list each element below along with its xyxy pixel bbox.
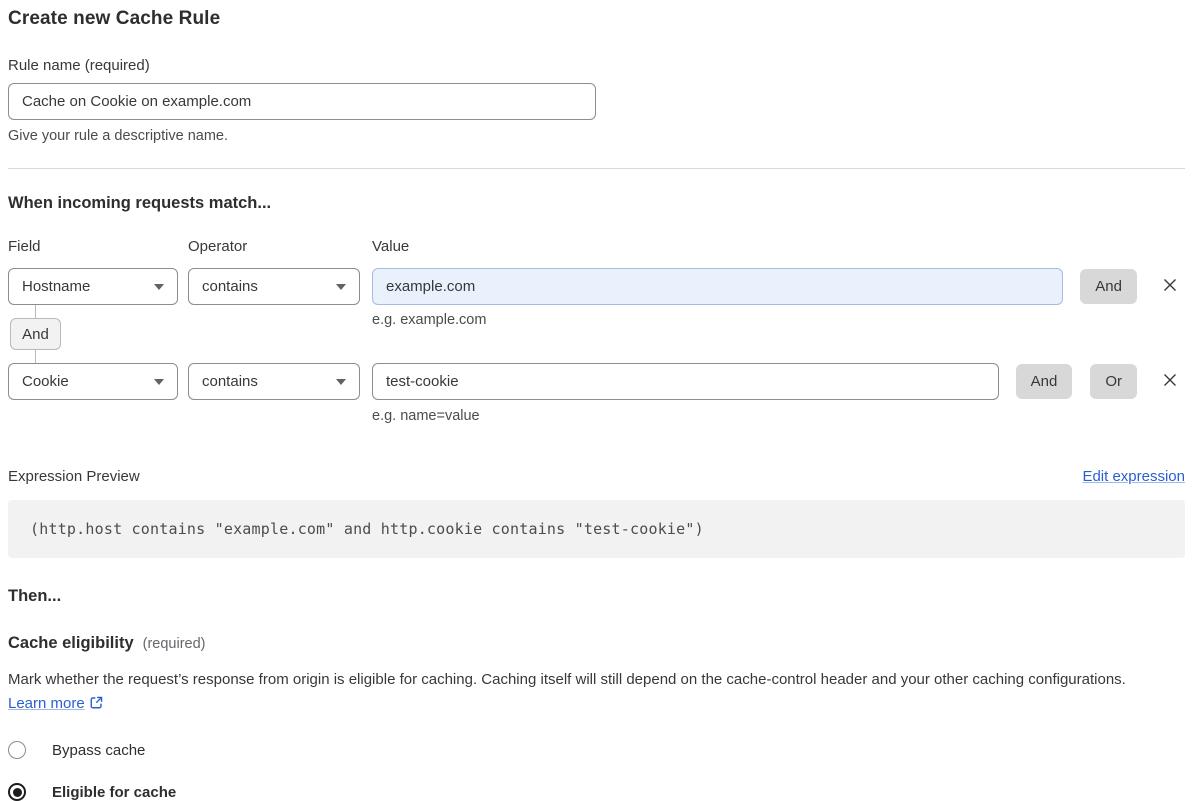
description-text: Mark whether the request’s response from… <box>8 671 1126 688</box>
learn-more-link[interactable]: Learn more <box>8 695 85 712</box>
value-column-label: Value <box>372 238 1185 255</box>
and-button-row-2[interactable]: And <box>1016 364 1073 399</box>
field-select-1-value: Hostname <box>22 278 90 295</box>
radio-icon <box>8 783 26 801</box>
rule-name-help: Give your rule a descriptive name. <box>8 128 1185 144</box>
value-input-1[interactable] <box>372 268 1063 305</box>
close-icon <box>1162 277 1178 296</box>
external-link-icon <box>89 697 104 714</box>
rule-name-section: Rule name (required) Give your rule a de… <box>8 57 1185 144</box>
page-title: Create new Cache Rule <box>8 8 1185 30</box>
value-hint-2: e.g. name=value <box>372 408 1185 424</box>
radio-label: Eligible for cache <box>52 784 176 801</box>
condition-row-1: Hostname contains And <box>8 268 1185 305</box>
condition-column-labels: Field Operator Value <box>8 238 1185 255</box>
rule-name-label: Rule name (required) <box>8 57 1185 74</box>
or-button-row-2[interactable]: Or <box>1090 364 1137 399</box>
expression-preview-label: Expression Preview <box>8 468 140 485</box>
cache-eligibility-heading-row: Cache eligibility (required) <box>8 634 1185 653</box>
match-heading: When incoming requests match... <box>8 194 1185 213</box>
radio-option-bypass-cache[interactable]: Bypass cache <box>8 741 1185 759</box>
chevron-down-icon <box>336 379 346 385</box>
chevron-down-icon <box>154 284 164 290</box>
condition-row-2: Cookie contains And Or <box>8 363 1185 400</box>
create-cache-rule-page: Create new Cache Rule Rule name (require… <box>0 0 1200 801</box>
field-select-2[interactable]: Cookie <box>8 363 178 400</box>
required-tag: (required) <box>143 636 206 652</box>
expression-header: Expression Preview Edit expression <box>8 468 1185 485</box>
operator-select-1-value: contains <box>202 278 258 295</box>
operator-select-2[interactable]: contains <box>188 363 360 400</box>
close-icon <box>1162 372 1178 391</box>
value-hint-1: e.g. example.com <box>372 312 486 328</box>
connector-and-button[interactable]: And <box>10 318 61 350</box>
section-divider <box>8 168 1185 169</box>
field-select-1[interactable]: Hostname <box>8 268 178 305</box>
radio-option-eligible-for-cache[interactable]: Eligible for cache <box>8 783 1185 801</box>
and-button-row-1[interactable]: And <box>1080 269 1137 304</box>
operator-select-1[interactable]: contains <box>188 268 360 305</box>
remove-condition-1-button[interactable] <box>1161 278 1179 296</box>
radio-label: Bypass cache <box>52 742 145 759</box>
cache-eligibility-description: Mark whether the request’s response from… <box>8 668 1168 718</box>
field-column-label: Field <box>8 238 188 255</box>
operator-column-label: Operator <box>188 238 372 255</box>
remove-condition-2-button[interactable] <box>1161 373 1179 391</box>
edit-expression-link[interactable]: Edit expression <box>1082 468 1185 485</box>
then-heading: Then... <box>8 587 1185 606</box>
condition-connector-block: e.g. example.com And <box>8 305 1185 363</box>
cache-eligibility-heading: Cache eligibility <box>8 634 134 653</box>
expression-code-block: (http.host contains "example.com" and ht… <box>8 500 1185 558</box>
chevron-down-icon <box>336 284 346 290</box>
rule-name-input[interactable] <box>8 83 596 120</box>
operator-select-2-value: contains <box>202 373 258 390</box>
field-select-2-value: Cookie <box>22 373 69 390</box>
chevron-down-icon <box>154 379 164 385</box>
expression-code: (http.host contains "example.com" and ht… <box>30 520 704 538</box>
value-input-2[interactable] <box>372 363 999 400</box>
radio-icon <box>8 741 26 759</box>
